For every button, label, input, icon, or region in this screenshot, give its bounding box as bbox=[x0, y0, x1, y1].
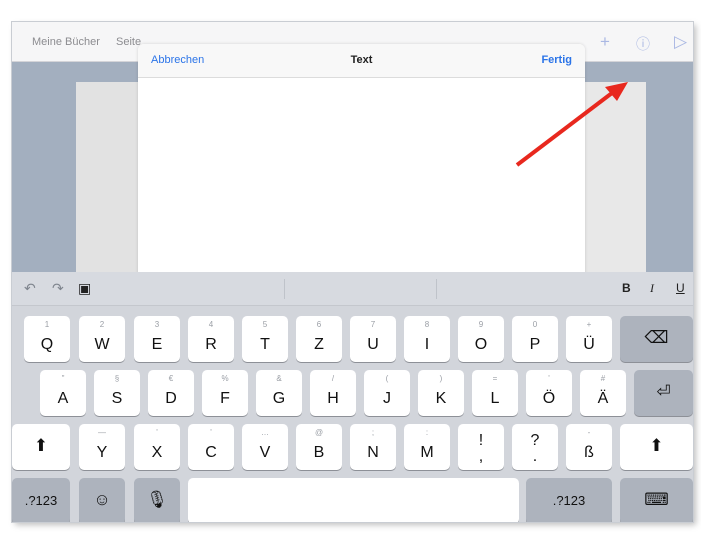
key-a[interactable]: " A bbox=[40, 370, 86, 416]
key-b[interactable]: @ B bbox=[296, 424, 342, 470]
key-y[interactable]: — Y bbox=[79, 424, 125, 470]
key-question[interactable]: ? . bbox=[512, 424, 558, 470]
key-m[interactable]: :M bbox=[404, 424, 450, 470]
key-h[interactable]: / H bbox=[310, 370, 356, 416]
key-k[interactable]: ) K bbox=[418, 370, 464, 416]
key-o[interactable]: 9O bbox=[458, 316, 504, 362]
divider bbox=[284, 279, 285, 299]
modal-title: Text bbox=[350, 54, 373, 66]
return-icon: ⏎ bbox=[656, 382, 671, 401]
underline-button[interactable]: U bbox=[676, 281, 685, 295]
key-d[interactable]: € D bbox=[148, 370, 194, 416]
key-z[interactable]: 6Z bbox=[296, 316, 342, 362]
key-v[interactable]: … V bbox=[242, 424, 288, 470]
key-e[interactable]: 3E bbox=[134, 316, 180, 362]
pages-link[interactable]: Seite bbox=[116, 36, 141, 48]
paste-icon[interactable]: ▣ bbox=[78, 280, 91, 297]
delete-icon: ⌫ bbox=[644, 328, 669, 347]
play-icon[interactable]: ▷ bbox=[674, 32, 687, 52]
emoji-icon: ☺ bbox=[93, 490, 111, 509]
key-f[interactable]: % F bbox=[202, 370, 248, 416]
key-sz[interactable]: -ß bbox=[566, 424, 612, 470]
my-books-link[interactable]: Meine Bücher bbox=[32, 36, 100, 48]
key-r[interactable]: 4R bbox=[188, 316, 234, 362]
key-q[interactable]: 1Q bbox=[24, 316, 70, 362]
ipad-screen: Meine Bücher Seite + ⓘ ▷ Abbrechen Text … bbox=[12, 22, 693, 522]
shift-left-key[interactable]: ⬆ bbox=[12, 424, 70, 470]
hide-keyboard-key[interactable]: ⌨ bbox=[620, 478, 693, 522]
shift-right-key[interactable]: ⬆ bbox=[620, 424, 693, 470]
keyboard-hide-icon: ⌨ bbox=[644, 490, 669, 509]
key-g[interactable]: & G bbox=[256, 370, 302, 416]
modal-header: Abbrechen Text Fertig bbox=[138, 44, 585, 78]
return-key[interactable]: ⏎ bbox=[634, 370, 693, 416]
italic-button[interactable]: I bbox=[650, 281, 654, 296]
delete-key[interactable]: ⌫ bbox=[620, 316, 693, 362]
divider bbox=[436, 279, 437, 299]
shortcut-bar: ↶ ↷ ▣ B I U bbox=[12, 272, 693, 306]
key-c[interactable]: ' C bbox=[188, 424, 234, 470]
onscreen-keyboard: ↶ ↷ ▣ B I U 1Q 2W 3E 4R 5T 6Z 7U 8I 9O 0… bbox=[12, 272, 693, 522]
key-w[interactable]: 2W bbox=[79, 316, 125, 362]
plus-icon[interactable]: + bbox=[600, 32, 610, 52]
key-x[interactable]: ' X bbox=[134, 424, 180, 470]
key-t[interactable]: 5T bbox=[242, 316, 288, 362]
text-editor-modal: Abbrechen Text Fertig bbox=[138, 44, 585, 299]
key-j[interactable]: (J bbox=[364, 370, 410, 416]
numbers-right-key[interactable]: .?123 bbox=[526, 478, 612, 522]
key-ue[interactable]: + Ü bbox=[566, 316, 612, 362]
info-icon[interactable]: ⓘ bbox=[636, 34, 650, 54]
emoji-key[interactable]: ☺ bbox=[79, 478, 125, 522]
shift-icon: ⬆ bbox=[33, 436, 49, 455]
redo-icon[interactable]: ↷ bbox=[52, 280, 64, 297]
key-i[interactable]: 8I bbox=[404, 316, 450, 362]
key-l[interactable]: = L bbox=[472, 370, 518, 416]
shift-icon: ⬆ bbox=[649, 436, 664, 455]
bold-button[interactable]: B bbox=[622, 281, 631, 295]
done-button[interactable]: Fertig bbox=[541, 54, 572, 66]
key-exclamation[interactable]: ! , bbox=[458, 424, 504, 470]
space-bar[interactable] bbox=[188, 478, 519, 522]
undo-icon[interactable]: ↶ bbox=[24, 280, 36, 297]
text-input-area[interactable] bbox=[138, 79, 585, 299]
key-u[interactable]: 7U bbox=[350, 316, 396, 362]
microphone-icon: 🎙 bbox=[146, 490, 168, 509]
key-s[interactable]: § S bbox=[94, 370, 140, 416]
key-p[interactable]: 0P bbox=[512, 316, 558, 362]
key-oe[interactable]: ' Ö bbox=[526, 370, 572, 416]
dictation-key[interactable]: 🎙 bbox=[134, 478, 180, 522]
key-ae[interactable]: # Ä bbox=[580, 370, 626, 416]
key-n[interactable]: ; N bbox=[350, 424, 396, 470]
numbers-left-key[interactable]: .?123 bbox=[12, 478, 70, 522]
